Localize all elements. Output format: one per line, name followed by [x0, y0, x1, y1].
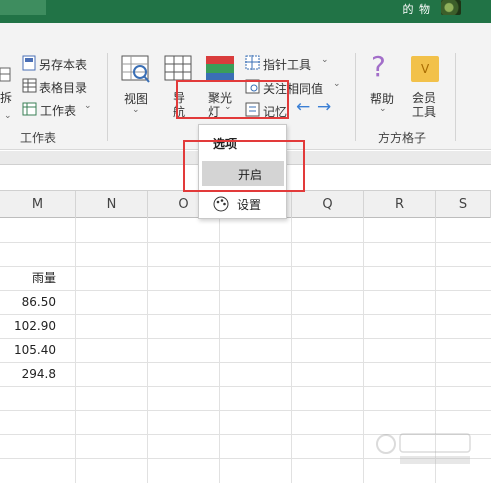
cell-rainfall-value[interactable]: 105.40 [0, 338, 74, 362]
pointer-tool-button[interactable]: 指针工具 [263, 56, 311, 73]
column-header-m[interactable]: M [0, 191, 76, 218]
grid-line [0, 410, 491, 411]
grid-line [0, 242, 491, 243]
help-icon: ? [371, 50, 386, 83]
help-chevron-icon[interactable]: ⌄ [379, 104, 387, 114]
user-name[interactable]: 的 物 [403, 1, 432, 17]
settings-menu-item[interactable]: 设置 [199, 193, 286, 215]
cell-rainfall-value[interactable]: 294.8 [0, 362, 74, 386]
view-icon [121, 55, 150, 83]
worksheet-icon [22, 102, 37, 116]
highlight-box-enable [183, 140, 305, 192]
column-header-q[interactable]: Q [292, 191, 364, 218]
cell-rainfall-value[interactable]: 86.50 [0, 290, 74, 314]
worksheet-button[interactable]: 工作表 [40, 102, 76, 119]
title-bar: 的 物 [0, 0, 491, 23]
redo-arrow-icon[interactable]: → [317, 97, 331, 117]
grid-line [219, 218, 220, 483]
cell-rainfall-value[interactable]: 102.90 [0, 314, 74, 338]
column-header-r[interactable]: R [364, 191, 436, 218]
split-chevron-icon[interactable]: ⌄ [4, 111, 12, 121]
title-tab[interactable] [0, 0, 46, 15]
grid-line [291, 218, 292, 483]
save-as-button[interactable]: 另存本表 [39, 56, 87, 73]
palette-icon [213, 196, 229, 212]
highlight-box-spotlight [176, 80, 289, 119]
svg-text:V: V [421, 62, 430, 76]
column-header-n[interactable]: N [76, 191, 148, 218]
table-toc-button[interactable]: 表格目录 [39, 79, 87, 96]
group-separator [107, 53, 108, 141]
save-as-icon [22, 55, 36, 71]
grid-line [0, 386, 491, 387]
view-chevron-icon[interactable]: ⌄ [132, 105, 140, 115]
settings-menu-label: 设置 [237, 198, 262, 212]
group-separator [455, 53, 456, 141]
focus-same-chevron-icon[interactable]: ⌄ [333, 79, 341, 89]
column-header-s[interactable]: S [436, 191, 491, 218]
pointer-tool-chevron-icon[interactable]: ⌄ [321, 55, 329, 65]
member-tools-icon: V [411, 56, 439, 82]
avatar[interactable] [441, 0, 461, 15]
grid-line [75, 218, 76, 483]
cell-rainfall-header[interactable]: 雨量 [0, 266, 74, 290]
undo-arrow-icon[interactable]: ← [296, 97, 310, 117]
member-tools-label-2[interactable]: 工具 [412, 103, 436, 120]
split-label[interactable]: 拆 [0, 89, 12, 106]
worksheet-chevron-icon[interactable]: ⌄ [84, 101, 92, 111]
group-title-worksheet: 工作表 [20, 131, 57, 145]
pointer-tool-icon [245, 55, 260, 70]
grid-line [147, 218, 148, 483]
group-separator [355, 53, 356, 141]
split-icon [0, 67, 11, 82]
table-toc-icon [22, 78, 37, 93]
group-title-fangfang: 方方格子 [378, 131, 427, 145]
grid-line [363, 218, 364, 483]
watermark-logo [376, 433, 471, 464]
